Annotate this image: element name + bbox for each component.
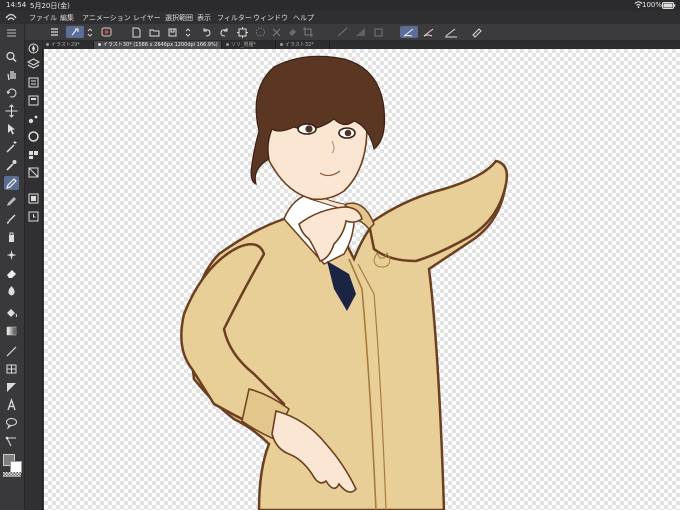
status-time: 14:54 [6, 1, 27, 9]
menu-edit[interactable]: 編集 [60, 13, 74, 23]
pencil-icon[interactable] [4, 194, 19, 208]
fill-selection-icon[interactable] [286, 26, 299, 38]
decoration-icon[interactable] [4, 248, 19, 262]
menu-icon[interactable] [48, 26, 61, 38]
brush-size-icon[interactable] [27, 110, 40, 124]
color-history-icon[interactable] [27, 208, 40, 222]
palette-bar [25, 40, 43, 510]
undo-icon[interactable] [200, 26, 213, 38]
pressure-icon[interactable] [420, 26, 438, 38]
eraser-icon[interactable] [4, 266, 19, 280]
tab-document[interactable]: イラスト32* [276, 41, 330, 49]
status-date: 5月20日(金) [30, 2, 70, 10]
menu-window[interactable]: ウィンドウ [253, 13, 288, 23]
tool-property-icon[interactable] [27, 92, 40, 106]
ruler-icon[interactable] [4, 380, 19, 394]
color-wheel-icon[interactable] [27, 128, 40, 142]
airbrush-icon[interactable] [4, 230, 19, 244]
open-folder-icon[interactable] [148, 26, 161, 38]
snap-grid-icon[interactable] [372, 26, 385, 38]
tab-document-active[interactable]: イラスト30* (1586 x 2646px 1200dpi 166.9%) [94, 41, 222, 49]
figure-icon[interactable] [4, 344, 19, 358]
transparent-color-swatch[interactable] [3, 472, 21, 477]
battery-icon [662, 2, 676, 11]
tool-palette [0, 24, 25, 510]
document-tabs: イラスト29* イラスト30* (1586 x 2646px 1200dpi 1… [42, 41, 680, 49]
intermediate-color-icon[interactable] [27, 164, 40, 178]
balloon-icon[interactable] [4, 416, 19, 430]
rotate-icon[interactable] [4, 86, 19, 100]
save-options-icon[interactable] [184, 26, 192, 38]
color-set-icon[interactable] [27, 146, 40, 159]
chevron-updown-icon[interactable] [86, 26, 94, 38]
operation-icon[interactable] [4, 122, 19, 136]
menu-file[interactable]: ファイル [29, 13, 57, 23]
menu-filter[interactable]: フィルター [217, 13, 252, 23]
snap-special-ruler-icon[interactable] [354, 26, 367, 38]
pen-icon[interactable] [4, 176, 19, 190]
layers-icon[interactable] [26, 55, 41, 69]
menu-layer[interactable]: レイヤー [133, 13, 161, 23]
hand-icon[interactable] [4, 68, 19, 82]
drawing-canvas[interactable] [44, 49, 680, 510]
eyedropper-icon[interactable] [4, 158, 19, 172]
menu-help[interactable]: ヘルプ [293, 13, 314, 23]
pen-settings-icon[interactable] [442, 26, 460, 38]
battery-percent: 100% [642, 1, 663, 9]
menu-animation[interactable]: アニメーション [82, 13, 131, 23]
brush-icon[interactable] [4, 212, 19, 226]
transform-icon[interactable] [236, 26, 249, 38]
command-bar [0, 24, 680, 41]
crop-icon[interactable] [302, 26, 315, 38]
move-icon[interactable] [4, 104, 19, 118]
clear-icon[interactable] [270, 26, 283, 38]
select-all-icon[interactable] [254, 26, 267, 38]
fill-icon[interactable] [4, 306, 19, 320]
snap-ruler-icon[interactable] [336, 26, 349, 38]
zoom-icon[interactable] [4, 50, 19, 64]
magic-wand-icon[interactable] [4, 140, 19, 154]
gradient-icon[interactable] [4, 324, 19, 338]
tab-document[interactable]: ソリ_男服* [222, 41, 276, 49]
menu-bar: ファイル 編集 アニメーション レイヤー 選択範囲 表示 フィルター ウィンドウ… [0, 11, 680, 24]
navigator-icon[interactable] [27, 40, 40, 54]
menu-selection[interactable]: 選択範囲 [165, 13, 193, 23]
tab-document[interactable]: イラスト29* [42, 41, 94, 49]
approx-color-icon[interactable] [27, 190, 40, 204]
app-logo-icon[interactable] [4, 12, 18, 24]
save-icon[interactable] [166, 26, 179, 38]
status-bar: 14:54 5月20日(金) 100% [0, 0, 680, 11]
frame-icon[interactable] [4, 362, 19, 376]
tool-settings-icon[interactable] [4, 26, 19, 40]
illustration [180, 55, 509, 510]
text-icon[interactable] [4, 398, 19, 412]
stabilization-icon[interactable] [400, 26, 418, 38]
menu-view[interactable]: 表示 [197, 13, 211, 23]
redo-icon[interactable] [218, 26, 231, 38]
blend-icon[interactable] [4, 284, 19, 298]
settings-icon[interactable] [470, 26, 483, 38]
correct-line-icon[interactable] [4, 434, 19, 448]
new-file-icon[interactable] [130, 26, 143, 38]
clip-studio-icon[interactable] [100, 26, 113, 38]
sub-tool-icon[interactable] [27, 74, 40, 88]
modifier-key-icon[interactable] [66, 26, 84, 38]
